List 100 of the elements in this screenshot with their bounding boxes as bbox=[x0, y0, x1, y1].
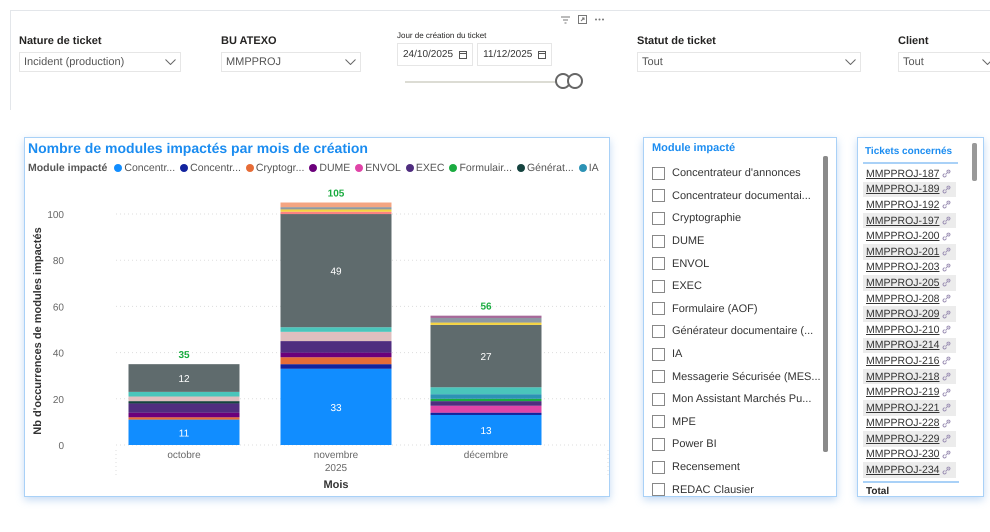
link-icon[interactable] bbox=[942, 418, 951, 428]
slicer-item[interactable]: Concentrateur d'annonces bbox=[652, 162, 822, 185]
link-icon[interactable] bbox=[942, 310, 951, 319]
bar-segment[interactable] bbox=[280, 357, 392, 364]
filter-dropdown[interactable]: MMPPROJ bbox=[221, 52, 361, 72]
filter-dropdown[interactable]: Incident (production) bbox=[19, 52, 181, 72]
link-icon[interactable] bbox=[942, 216, 951, 226]
bar-segment[interactable] bbox=[430, 318, 542, 323]
filter-dropdown[interactable]: Tout bbox=[898, 52, 990, 72]
checkbox[interactable] bbox=[652, 257, 665, 270]
ticket-link[interactable]: MMPPROJ-192 bbox=[866, 198, 940, 211]
link-icon[interactable] bbox=[942, 294, 951, 304]
checkbox[interactable] bbox=[652, 189, 665, 202]
slicer-item[interactable]: Cryptographie bbox=[652, 207, 822, 230]
bar-segment[interactable] bbox=[280, 352, 392, 358]
data-label: 27 bbox=[480, 352, 492, 364]
ticket-link[interactable]: MMPPROJ-203 bbox=[866, 261, 940, 274]
bar-segment[interactable] bbox=[280, 364, 392, 369]
link-icon[interactable] bbox=[942, 372, 951, 382]
checkbox[interactable] bbox=[652, 166, 665, 180]
checkbox[interactable] bbox=[652, 460, 665, 474]
link-icon[interactable] bbox=[942, 262, 951, 272]
slicer-item[interactable]: Concentrateur documentai... bbox=[652, 184, 822, 208]
date-field[interactable]: 11/12/2025 bbox=[477, 43, 552, 66]
slicer-item[interactable]: Mon Assistant Marchés Pu... bbox=[652, 388, 822, 411]
link-icon[interactable] bbox=[942, 388, 951, 397]
bar-segment[interactable] bbox=[430, 394, 542, 399]
link-icon[interactable] bbox=[942, 340, 951, 350]
date-field[interactable]: 24/10/2025 bbox=[397, 43, 474, 66]
ticket-link[interactable]: MMPPROJ-210 bbox=[866, 324, 940, 336]
slicer-item[interactable]: IA bbox=[652, 342, 822, 366]
bar-segment[interactable] bbox=[430, 401, 542, 406]
link-icon[interactable] bbox=[942, 403, 951, 412]
link-icon[interactable] bbox=[942, 356, 951, 366]
slider-thumb[interactable] bbox=[567, 73, 583, 89]
slicer-item[interactable]: Messagerie Sécurisée (MES... bbox=[652, 365, 822, 388]
ticket-link[interactable]: MMPPROJ-230 bbox=[866, 448, 940, 460]
checkbox[interactable] bbox=[652, 212, 665, 225]
link-icon[interactable] bbox=[942, 232, 951, 241]
axis-tick-label: novembre bbox=[314, 450, 358, 461]
filter-icon[interactable] bbox=[561, 16, 570, 24]
more-options-icon[interactable] bbox=[595, 18, 604, 21]
ticket-link[interactable]: MMPPROJ-216 bbox=[866, 354, 940, 367]
checkbox[interactable] bbox=[652, 348, 665, 361]
bar-segment[interactable] bbox=[128, 401, 240, 404]
bar-segment[interactable] bbox=[128, 364, 240, 392]
bar-segment[interactable] bbox=[430, 412, 542, 415]
checkbox[interactable] bbox=[652, 280, 665, 293]
link-icon[interactable] bbox=[942, 200, 951, 210]
focus-mode-icon[interactable] bbox=[578, 15, 587, 24]
bar-segment[interactable] bbox=[280, 212, 392, 214]
bar-segment[interactable] bbox=[430, 324, 542, 388]
bar-segment[interactable] bbox=[430, 316, 542, 318]
checkbox[interactable] bbox=[652, 370, 665, 384]
chevron-down-icon bbox=[165, 59, 176, 65]
link-icon[interactable] bbox=[942, 450, 951, 459]
slicer-item[interactable]: EXEC bbox=[652, 274, 822, 298]
slider-thumb[interactable] bbox=[555, 73, 572, 89]
bar-segment[interactable] bbox=[280, 327, 392, 332]
bar-segment[interactable] bbox=[128, 412, 240, 418]
link-icon[interactable] bbox=[942, 247, 951, 256]
checkbox[interactable] bbox=[652, 302, 665, 316]
total-label: 35 bbox=[178, 350, 190, 362]
slicer-item[interactable]: Générateur documentaire (... bbox=[652, 320, 822, 343]
slicer-item[interactable]: Formulaire (AOF) bbox=[652, 298, 822, 320]
data-label: 12 bbox=[178, 374, 190, 386]
slicer-item[interactable]: Recensement bbox=[652, 456, 822, 478]
link-icon[interactable] bbox=[942, 169, 951, 178]
ticket-link[interactable]: MMPPROJ-219 bbox=[866, 386, 940, 398]
bar-segment[interactable] bbox=[280, 207, 392, 210]
checkbox[interactable] bbox=[652, 415, 665, 428]
link-icon[interactable] bbox=[942, 434, 951, 444]
checkbox[interactable] bbox=[652, 324, 665, 338]
link-icon[interactable] bbox=[942, 278, 951, 288]
filter-label: Client bbox=[898, 34, 929, 49]
ticket-link[interactable]: MMPPROJ-200 bbox=[866, 230, 940, 242]
link-icon[interactable] bbox=[942, 325, 951, 334]
bar-segment[interactable] bbox=[280, 341, 392, 353]
scrollbar[interactable] bbox=[823, 156, 828, 452]
bar-segment[interactable] bbox=[128, 396, 240, 402]
slicer-item[interactable]: MPE bbox=[652, 410, 822, 434]
filter-label: Statut de ticket bbox=[637, 34, 716, 49]
slicer-item[interactable]: ENVOL bbox=[652, 252, 822, 275]
bar-segment[interactable] bbox=[128, 392, 240, 396]
link-icon[interactable] bbox=[942, 466, 951, 475]
filter-dropdown[interactable]: Tout bbox=[637, 52, 861, 72]
checkbox[interactable] bbox=[652, 483, 665, 496]
scrollbar[interactable] bbox=[972, 143, 977, 181]
legend-label: Générat... bbox=[527, 162, 574, 174]
checkbox[interactable] bbox=[652, 438, 665, 451]
link-icon[interactable] bbox=[942, 184, 951, 194]
slicer-item[interactable]: DUME bbox=[652, 230, 822, 252]
slicer-item[interactable]: Power BI bbox=[652, 433, 822, 456]
slicer-item[interactable]: REDAC Clausier bbox=[652, 478, 822, 501]
checkbox[interactable] bbox=[652, 392, 665, 406]
axis-tick-label: octobre bbox=[167, 450, 201, 461]
ticket-link[interactable]: MMPPROJ-228 bbox=[866, 417, 940, 430]
checkbox[interactable] bbox=[652, 234, 665, 248]
ticket-link[interactable]: MMPPROJ-208 bbox=[866, 292, 940, 305]
ticket-link[interactable]: MMPPROJ-187 bbox=[866, 168, 940, 180]
